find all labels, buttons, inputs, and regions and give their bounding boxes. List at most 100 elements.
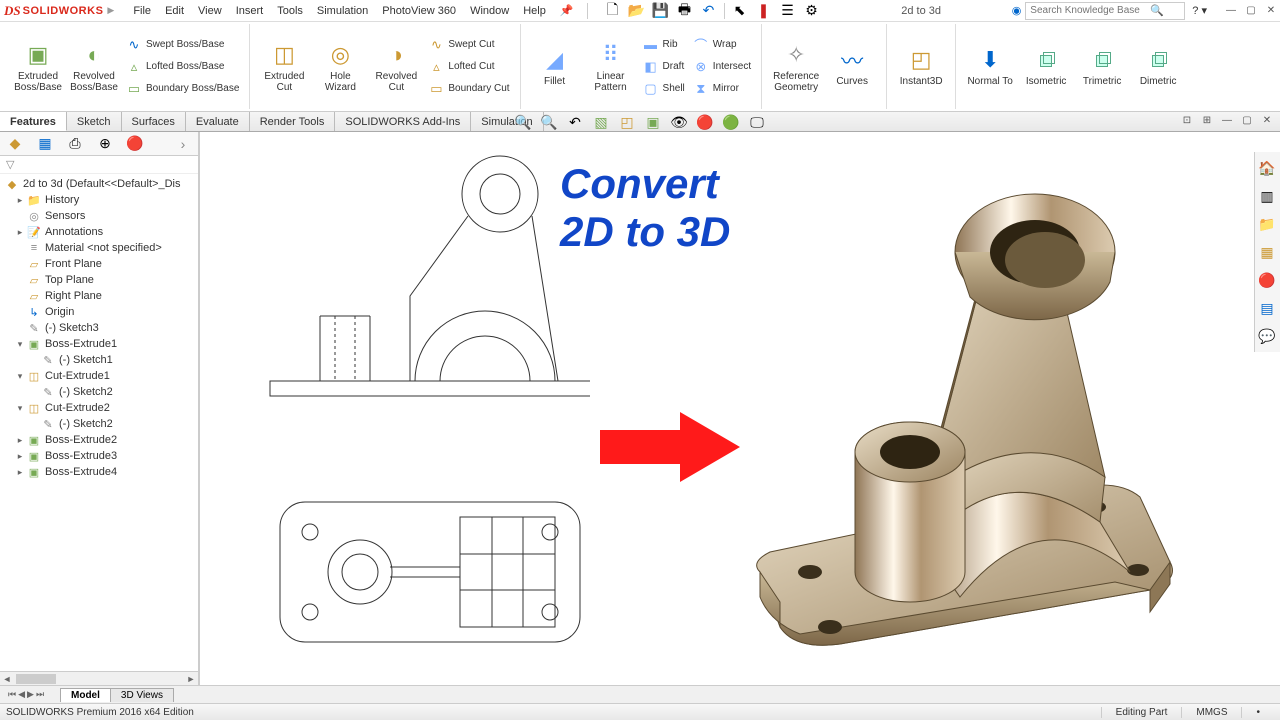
tree-top-plane[interactable]: ▱Top Plane (0, 272, 198, 288)
select-icon[interactable]: ⬉ (731, 2, 749, 20)
tab-scroll-prev-icon[interactable]: ◀ (18, 689, 25, 700)
expand-icon[interactable]: ▸ (14, 451, 26, 462)
expand-icon[interactable]: ▾ (14, 339, 26, 350)
intersect-button[interactable]: ⊗Intersect (689, 57, 755, 77)
view-settings-icon[interactable]: 🖵 (747, 113, 767, 131)
expand-icon[interactable]: › (172, 134, 194, 154)
swept-boss-button[interactable]: ∿Swept Boss/Base (122, 35, 243, 55)
trimetric-button[interactable]: Trimetric (1074, 24, 1130, 109)
tree-sketch2a[interactable]: ✎(-) Sketch2 (0, 384, 198, 400)
normal-to-button[interactable]: ⬇Normal To (962, 24, 1018, 109)
search-icon[interactable]: 🔍 (1150, 4, 1164, 17)
tree-sketch2b[interactable]: ✎(-) Sketch2 (0, 416, 198, 432)
scene-icon[interactable]: 🟢 (721, 113, 741, 131)
minimize-button[interactable]: — (1222, 3, 1240, 19)
search-cloud-icon[interactable]: ◉ (1012, 4, 1022, 17)
scroll-left-icon[interactable]: ◄ (0, 674, 14, 684)
search-knowledge-base[interactable]: 🔍 (1025, 2, 1185, 20)
child-tile-icon[interactable]: ⊞ (1198, 112, 1216, 128)
tree-right-plane[interactable]: ▱Right Plane (0, 288, 198, 304)
custom-props-icon[interactable]: ▤ (1255, 296, 1279, 320)
section-view-icon[interactable]: ▧ (591, 113, 611, 131)
wrap-button[interactable]: ⌒Wrap (689, 35, 755, 55)
sidebar-scrollbar[interactable]: ◄ ► (0, 671, 198, 685)
menu-photoview[interactable]: PhotoView 360 (375, 3, 463, 19)
tab-features[interactable]: Features (0, 112, 67, 131)
tree-material[interactable]: ≡Material <not specified> (0, 240, 198, 256)
mirror-button[interactable]: ⧗Mirror (689, 79, 755, 99)
tree-filter[interactable]: ▽ (0, 156, 198, 174)
revolved-boss-button[interactable]: ◐Revolved Boss/Base (66, 24, 122, 109)
tree-annotations[interactable]: ▸📝Annotations (0, 224, 198, 240)
tree-sketch1[interactable]: ✎(-) Sketch1 (0, 352, 198, 368)
swept-cut-button[interactable]: ∿Swept Cut (424, 35, 513, 55)
expand-icon[interactable]: ▸ (14, 435, 26, 446)
pushpin-icon[interactable]: 📌 (553, 2, 581, 19)
shell-button[interactable]: ▢Shell (639, 79, 689, 99)
feature-tree-tab-icon[interactable]: ◆ (4, 134, 26, 154)
boundary-cut-button[interactable]: ▭Boundary Cut (424, 79, 513, 99)
tree-boss-extrude2[interactable]: ▸▣Boss-Extrude2 (0, 432, 198, 448)
tab-addins[interactable]: SOLIDWORKS Add-Ins (335, 112, 471, 131)
appearances-icon[interactable]: 🔴 (1255, 268, 1279, 292)
revolved-cut-button[interactable]: ◑Revolved Cut (368, 24, 424, 109)
tab-scroll-last-icon[interactable]: ⏭ (36, 689, 44, 700)
lofted-cut-button[interactable]: ▵Lofted Cut (424, 57, 513, 77)
design-library-icon[interactable]: ▥ (1255, 184, 1279, 208)
help-dropdown[interactable]: ? ▾ (1185, 2, 1214, 19)
tab-scroll-first-icon[interactable]: ⏮ (8, 689, 16, 700)
expand-icon[interactable]: ▸ (14, 195, 26, 206)
display-manager-tab-icon[interactable]: 🔴 (124, 134, 146, 154)
tab-model[interactable]: Model (60, 688, 111, 702)
print-icon[interactable]: 🖶 (676, 2, 694, 20)
curves-button[interactable]: 〰Curves (824, 24, 880, 109)
tab-render-tools[interactable]: Render Tools (250, 112, 336, 131)
child-max-icon[interactable]: ▢ (1238, 112, 1256, 128)
zoom-area-icon[interactable]: 🔍 (539, 113, 559, 131)
view-orientation-icon[interactable]: ◰ (617, 113, 637, 131)
maximize-button[interactable]: ▢ (1242, 3, 1260, 19)
save-icon[interactable]: 💾 (652, 2, 670, 20)
tree-front-plane[interactable]: ▱Front Plane (0, 256, 198, 272)
lofted-boss-button[interactable]: ▵Lofted Boss/Base (122, 57, 243, 77)
menu-help[interactable]: Help (516, 3, 553, 19)
expand-icon[interactable]: ▾ (14, 371, 26, 382)
tree-cut-extrude1[interactable]: ▾◫Cut-Extrude1 (0, 368, 198, 384)
expand-icon[interactable]: ▸ (14, 467, 26, 478)
undo-icon[interactable]: ↶ (700, 2, 718, 20)
menu-file[interactable]: File (126, 3, 158, 19)
scroll-right-icon[interactable]: ► (184, 674, 198, 684)
rib-button[interactable]: ▬Rib (639, 35, 689, 55)
hole-wizard-button[interactable]: ◎Hole Wizard (312, 24, 368, 109)
rebuild-icon[interactable]: ❚ (755, 2, 773, 20)
boundary-boss-button[interactable]: ▭Boundary Boss/Base (122, 79, 243, 99)
scroll-thumb[interactable] (16, 674, 56, 684)
file-explorer-icon[interactable]: 📁 (1255, 212, 1279, 236)
reference-geometry-button[interactable]: ✧Reference Geometry (768, 24, 824, 109)
tab-surfaces[interactable]: Surfaces (122, 112, 186, 131)
tab-3d-views[interactable]: 3D Views (110, 688, 174, 702)
settings-icon[interactable]: ⚙ (803, 2, 821, 20)
zoom-fit-icon[interactable]: 🔍 (513, 113, 533, 131)
graphics-area[interactable]: Convert 2D to 3D (200, 132, 1280, 685)
menu-tools[interactable]: Tools (270, 3, 310, 19)
tree-boss-extrude1[interactable]: ▾▣Boss-Extrude1 (0, 336, 198, 352)
isometric-button[interactable]: Isometric (1018, 24, 1074, 109)
tree-history[interactable]: ▸📁History (0, 192, 198, 208)
menu-view[interactable]: View (191, 3, 229, 19)
menu-window[interactable]: Window (463, 3, 516, 19)
expand-icon[interactable]: ▾ (14, 403, 26, 414)
tree-sensors[interactable]: ◎Sensors (0, 208, 198, 224)
tree-cut-extrude2[interactable]: ▾◫Cut-Extrude2 (0, 400, 198, 416)
view-palette-icon[interactable]: ▦ (1255, 240, 1279, 264)
linear-pattern-button[interactable]: ⠿Linear Pattern (583, 24, 639, 109)
tab-evaluate[interactable]: Evaluate (186, 112, 250, 131)
forum-icon[interactable]: 💬 (1255, 324, 1279, 348)
tab-scroll-next-icon[interactable]: ▶ (27, 689, 34, 700)
dimetric-button[interactable]: Dimetric (1130, 24, 1186, 109)
display-style-icon[interactable]: ▣ (643, 113, 663, 131)
status-units[interactable]: MMGS (1181, 707, 1241, 718)
new-icon[interactable]: 🗋 (604, 2, 622, 20)
extruded-boss-button[interactable]: ▣Extruded Boss/Base (10, 24, 66, 109)
appearance-icon[interactable]: 🔴 (695, 113, 715, 131)
